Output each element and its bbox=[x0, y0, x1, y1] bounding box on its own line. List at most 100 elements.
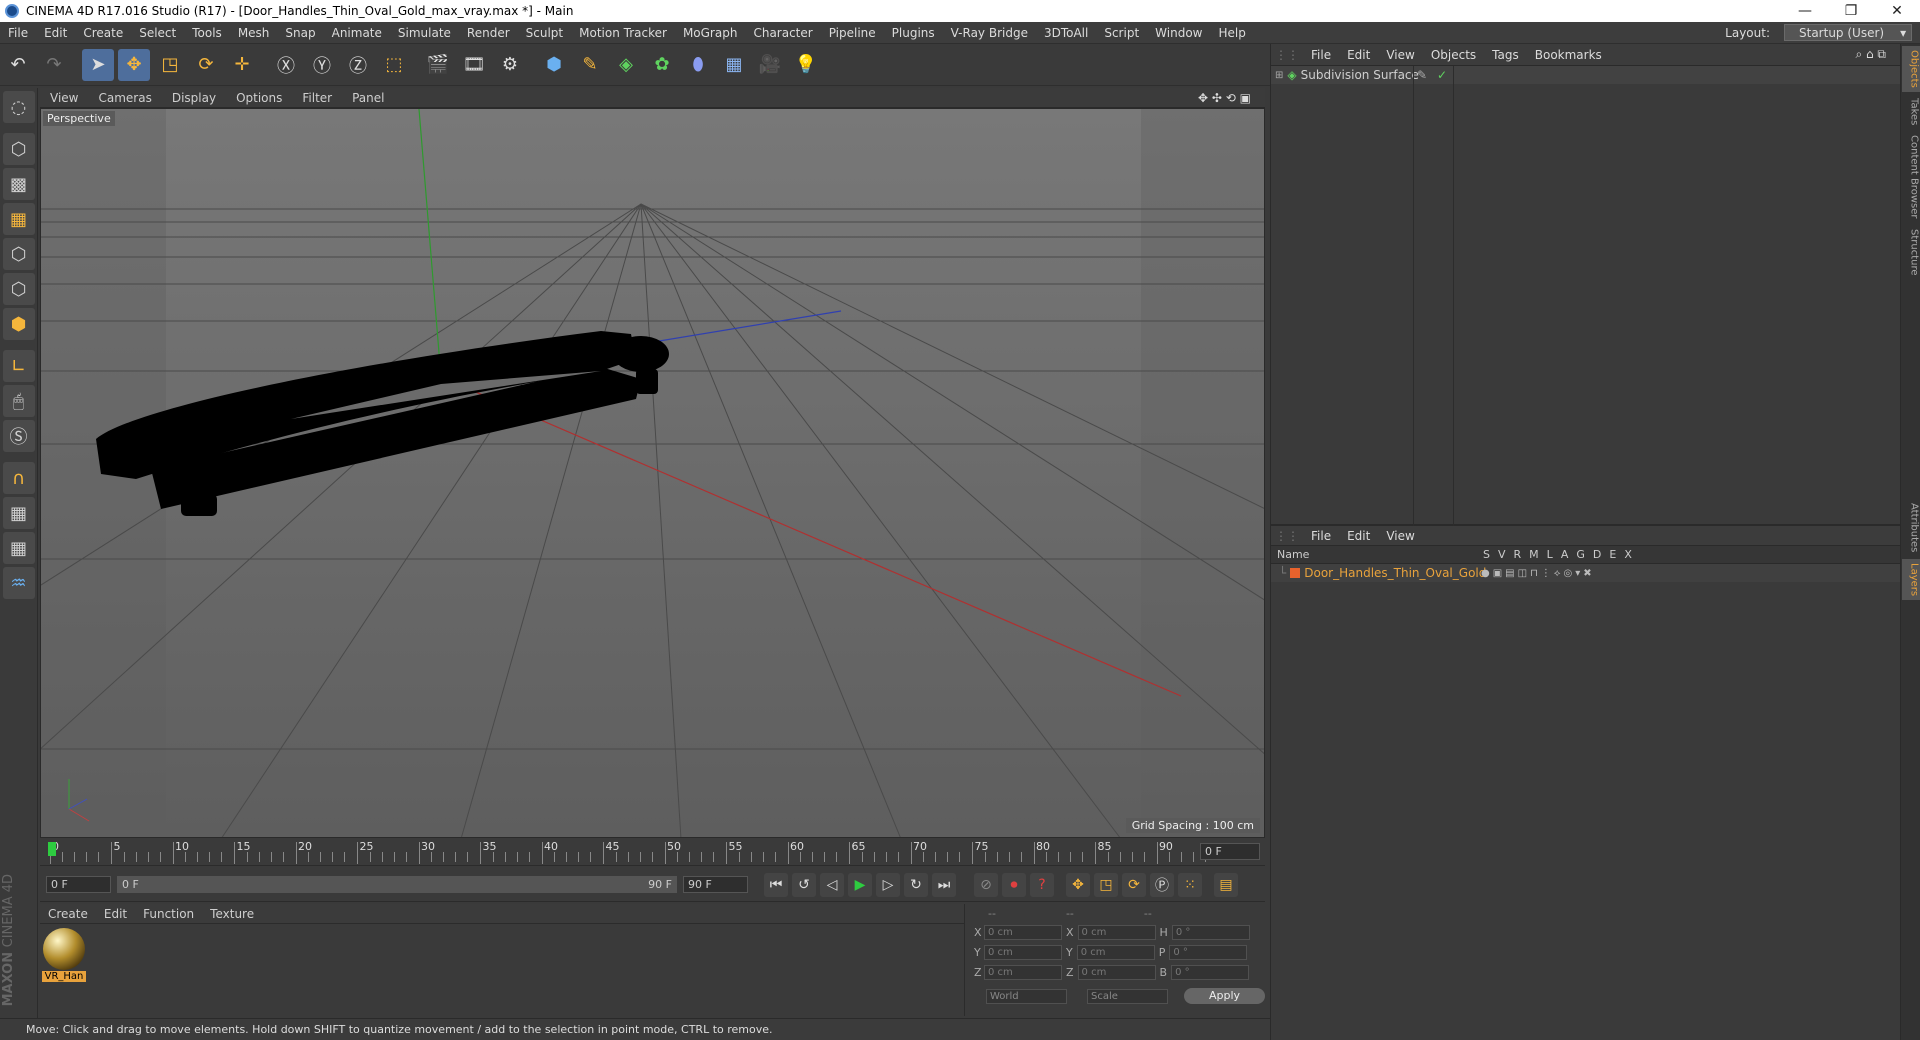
play-icon[interactable]: ▶ bbox=[848, 872, 872, 897]
timeline-ruler[interactable]: 051015202530354045505560657075808590 0 F bbox=[40, 838, 1265, 866]
material-thumbnail[interactable]: VR_Han bbox=[42, 928, 86, 982]
key-scale-icon[interactable]: ◳ bbox=[1094, 872, 1118, 897]
rotate-icon[interactable]: ⟳ bbox=[190, 49, 222, 81]
menu-tools[interactable]: Tools bbox=[184, 26, 230, 40]
menu-motion-tracker[interactable]: Motion Tracker bbox=[571, 26, 675, 40]
layout-dropdown[interactable]: Startup (User) ▾ bbox=[1784, 24, 1912, 41]
restore-icon[interactable]: ❐ bbox=[1828, 0, 1874, 22]
rot-p-field[interactable]: 0 ° bbox=[1169, 944, 1248, 960]
menu-mesh[interactable]: Mesh bbox=[230, 26, 278, 40]
frame-range-slider[interactable]: 0 F 90 F bbox=[117, 876, 677, 893]
viewport-menu-options[interactable]: Options bbox=[226, 91, 292, 105]
record-keys-icon[interactable]: ⏺ bbox=[1002, 872, 1026, 897]
lock-workplane-icon[interactable]: ▦ bbox=[2, 497, 35, 529]
pos-x-field[interactable]: 0 cm bbox=[984, 924, 1062, 940]
viewport-menu-display[interactable]: Display bbox=[162, 91, 226, 105]
edges-mode-icon[interactable]: ⬡ bbox=[2, 273, 35, 305]
snap-icon[interactable]: Ⓢ bbox=[2, 420, 35, 452]
workplane-icon[interactable]: ▦ bbox=[2, 203, 35, 235]
menu-render[interactable]: Render bbox=[459, 26, 518, 40]
menu-sculpt[interactable]: Sculpt bbox=[518, 26, 571, 40]
subdivision-surface-icon[interactable]: ◈ bbox=[610, 49, 642, 81]
go-to-end-icon[interactable]: ⏭ bbox=[932, 872, 956, 897]
objects-menu-edit[interactable]: Edit bbox=[1339, 48, 1378, 62]
live-selection-icon[interactable]: ➤ bbox=[82, 48, 114, 81]
menu-file[interactable]: File bbox=[0, 26, 36, 40]
scale-icon[interactable]: ◳ bbox=[154, 49, 186, 81]
x-axis-icon[interactable]: Ⓧ bbox=[270, 49, 302, 81]
key-position-icon[interactable]: ✥ bbox=[1066, 872, 1090, 897]
apply-button[interactable]: Apply bbox=[1184, 988, 1265, 1004]
object-name[interactable]: Subdivision Surface bbox=[1301, 68, 1419, 82]
key-parameter-icon[interactable]: Ⓟ bbox=[1150, 872, 1174, 897]
layers-menu-view[interactable]: View bbox=[1378, 529, 1422, 543]
cloner-icon[interactable]: ✿ bbox=[646, 49, 678, 81]
layer-name[interactable]: Door_Handles_Thin_Oval_Gold bbox=[1304, 566, 1486, 580]
expand-icon[interactable]: ⊞ bbox=[1275, 70, 1283, 81]
points-mode-icon[interactable]: ⬡ bbox=[2, 238, 35, 270]
y-axis-icon[interactable]: Ⓨ bbox=[306, 49, 338, 81]
visible-check-icon[interactable]: ✓ bbox=[1437, 68, 1447, 82]
model-mode-icon[interactable]: ⬡ bbox=[2, 133, 35, 165]
current-frame-field[interactable]: 0 F bbox=[1200, 843, 1260, 860]
make-editable-icon[interactable]: ◌ bbox=[2, 91, 35, 123]
menu-script[interactable]: Script bbox=[1096, 26, 1147, 40]
menu-edit[interactable]: Edit bbox=[36, 26, 75, 40]
viewport-menu-filter[interactable]: Filter bbox=[292, 91, 342, 105]
layer-row[interactable]: └ Door_Handles_Thin_Oval_Gold ●▣▤◫⊓⋮⟡◎▾✖ bbox=[1271, 564, 1900, 582]
undo-icon[interactable]: ↶ bbox=[2, 49, 34, 81]
texture-mode-icon[interactable]: ▩ bbox=[2, 168, 35, 200]
edit-tag-icon[interactable]: ✎ bbox=[1417, 68, 1427, 82]
objects-menu-objects[interactable]: Objects bbox=[1423, 48, 1484, 62]
menu-create[interactable]: Create bbox=[75, 26, 131, 40]
z-axis-icon[interactable]: Ⓩ bbox=[342, 49, 374, 81]
material-menu-function[interactable]: Function bbox=[135, 907, 202, 921]
camera-icon[interactable]: 🎥 bbox=[754, 49, 786, 81]
key-rotation-icon[interactable]: ⟳ bbox=[1122, 872, 1146, 897]
render-view-icon[interactable]: 🎬 bbox=[422, 49, 454, 81]
planar-workplane-icon[interactable]: ▦ bbox=[2, 532, 35, 564]
pen-spline-icon[interactable]: ✎ bbox=[574, 49, 606, 81]
material-menu-edit[interactable]: Edit bbox=[96, 907, 135, 921]
deformer-icon[interactable]: ⬮ bbox=[682, 49, 714, 81]
motion-record-icon[interactable]: ⊘ bbox=[974, 872, 998, 897]
render-picture-viewer-icon[interactable]: 🎞 bbox=[458, 49, 490, 81]
coordinate-system-icon[interactable]: ⬚ bbox=[378, 49, 410, 81]
menu-select[interactable]: Select bbox=[131, 26, 184, 40]
objects-menu-bookmarks[interactable]: Bookmarks bbox=[1527, 48, 1610, 62]
objects-menu-tags[interactable]: Tags bbox=[1484, 48, 1527, 62]
menu-vray-bridge[interactable]: V-Ray Bridge bbox=[943, 26, 1036, 40]
menu-simulate[interactable]: Simulate bbox=[390, 26, 459, 40]
tab-layers[interactable]: Layers bbox=[1901, 558, 1920, 600]
viewport-menu-view[interactable]: View bbox=[40, 91, 88, 105]
recent-tool-icon[interactable]: ✛ bbox=[226, 49, 258, 81]
pos-z-field[interactable]: 0 cm bbox=[984, 964, 1062, 980]
size-z-field[interactable]: 0 cm bbox=[1077, 964, 1156, 980]
rot-h-field[interactable]: 0 ° bbox=[1171, 924, 1250, 940]
tab-structure[interactable]: Structure bbox=[1902, 225, 1920, 280]
objects-search-icons[interactable]: ⌕ ⌂ ⧉ bbox=[1847, 47, 1894, 62]
menu-pipeline[interactable]: Pipeline bbox=[821, 26, 884, 40]
cube-icon[interactable]: ⬢ bbox=[538, 49, 570, 81]
material-menu-texture[interactable]: Texture bbox=[202, 907, 262, 921]
pos-y-field[interactable]: 0 cm bbox=[984, 944, 1062, 960]
viewport-menu-panel[interactable]: Panel bbox=[342, 91, 394, 105]
name-column[interactable]: Name bbox=[1271, 548, 1309, 561]
start-frame-field[interactable]: 0 F bbox=[46, 876, 111, 893]
menu-plugins[interactable]: Plugins bbox=[884, 26, 943, 40]
timeline-window-icon[interactable]: ▤ bbox=[1214, 872, 1238, 897]
polygons-mode-icon[interactable]: ⬢ bbox=[2, 308, 35, 340]
rot-b-field[interactable]: 0 ° bbox=[1171, 964, 1250, 980]
menu-mograph[interactable]: MoGraph bbox=[675, 26, 746, 40]
next-key-icon[interactable]: ↻ bbox=[904, 872, 928, 897]
previous-key-icon[interactable]: ↺ bbox=[792, 872, 816, 897]
coord-mode-scale-dropdown[interactable]: Scale bbox=[1087, 988, 1169, 1004]
playhead[interactable] bbox=[48, 842, 56, 856]
next-frame-icon[interactable]: ▷ bbox=[876, 872, 900, 897]
render-settings-icon[interactable]: ⚙ bbox=[494, 49, 526, 81]
layers-menu-file[interactable]: File bbox=[1303, 529, 1339, 543]
viewport-nav-icons[interactable]: ✥ ✣ ⟲ ▣ bbox=[1188, 91, 1261, 105]
layers-menu-edit[interactable]: Edit bbox=[1339, 529, 1378, 543]
tab-objects[interactable]: Objects bbox=[1901, 46, 1920, 92]
menu-animate[interactable]: Animate bbox=[324, 26, 390, 40]
